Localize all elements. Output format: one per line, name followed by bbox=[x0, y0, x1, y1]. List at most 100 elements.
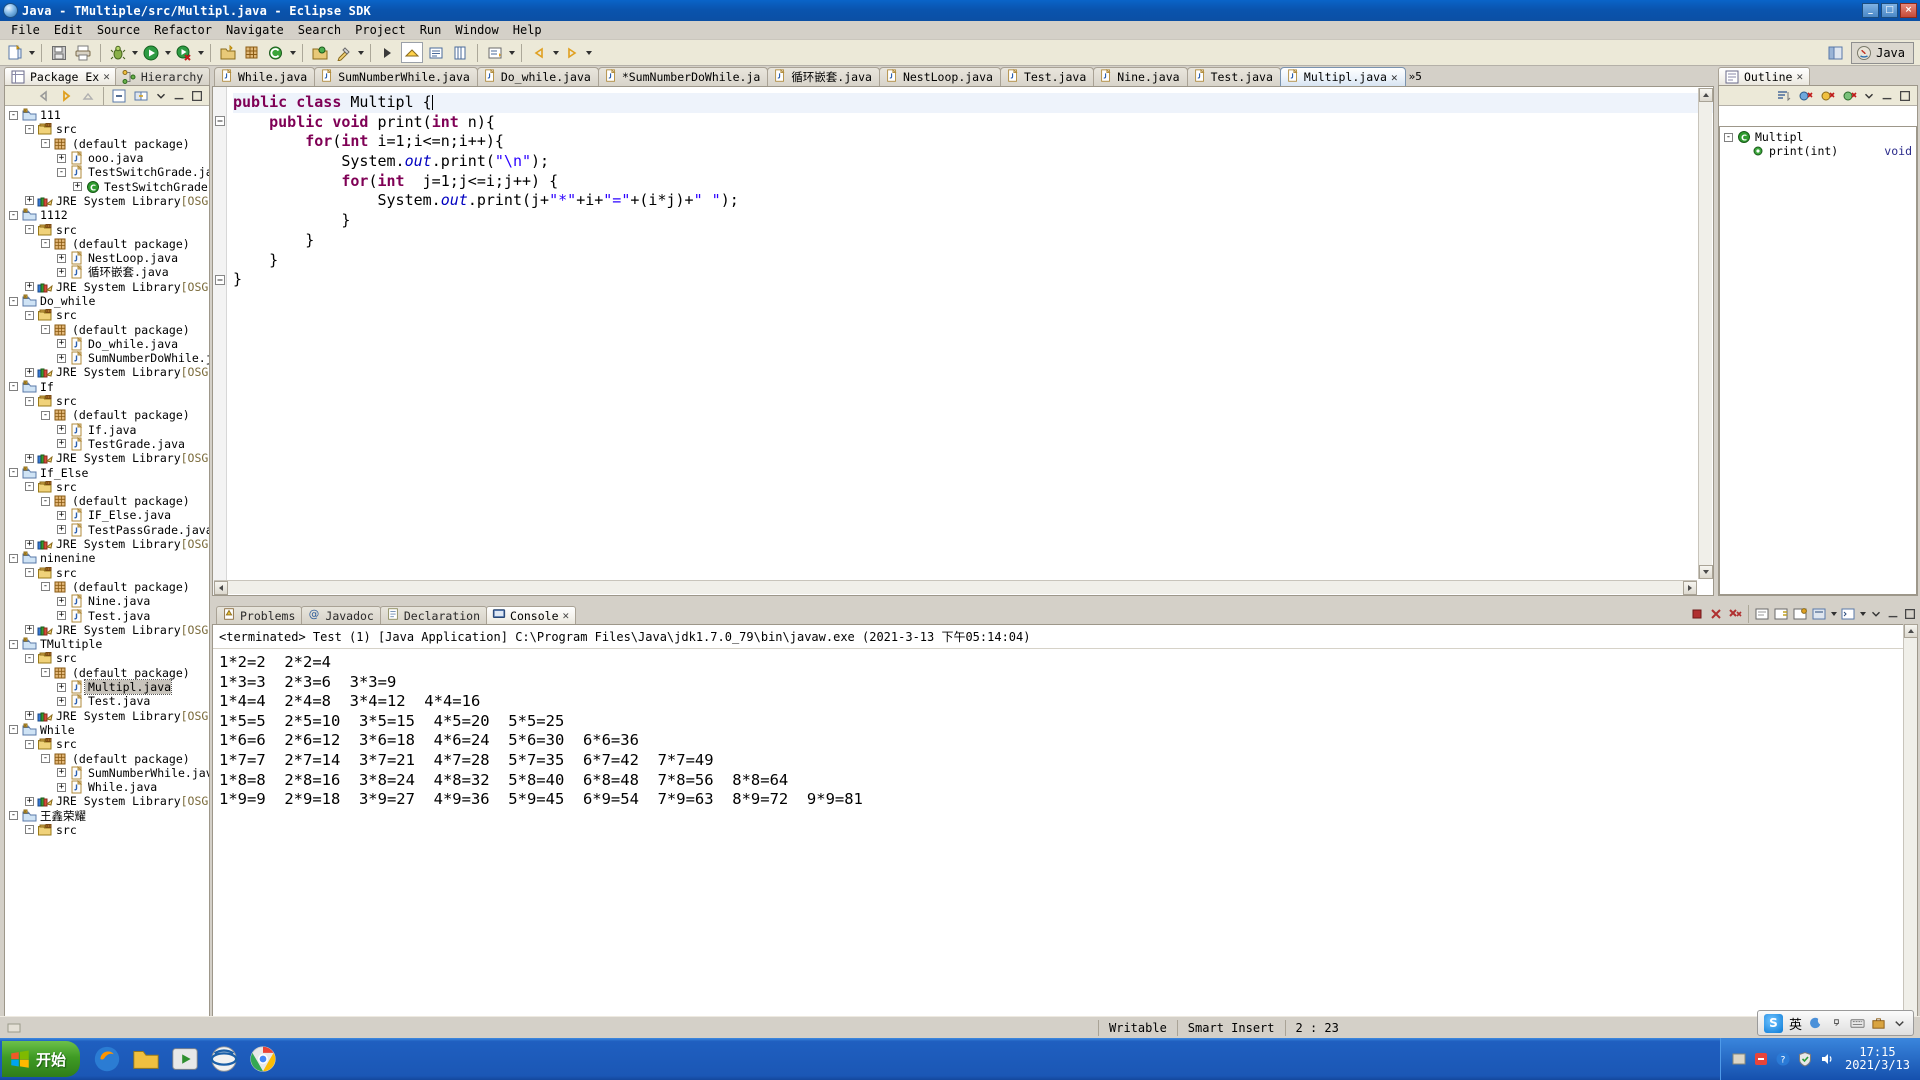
outline-row[interactable]: print(int)void bbox=[1720, 144, 1916, 158]
tree-expand-icon[interactable]: + bbox=[57, 768, 66, 777]
tree-expand-icon[interactable]: + bbox=[57, 439, 66, 448]
package-explorer-tree[interactable]: -111-src-(default package)+ooo.java-Test… bbox=[5, 106, 209, 1021]
tree-row[interactable]: +IF_Else.java bbox=[5, 508, 209, 522]
tree-expand-icon[interactable]: + bbox=[25, 711, 34, 720]
tree-row[interactable]: +CTestSwitchGrade bbox=[5, 179, 209, 193]
tree-collapse-icon[interactable]: - bbox=[9, 554, 18, 563]
editor-tab[interactable]: SumNumberWhile.java bbox=[314, 67, 478, 86]
close-button[interactable]: × bbox=[1900, 3, 1917, 18]
scroll-up-arrow[interactable] bbox=[1904, 624, 1918, 638]
hide-static-button[interactable] bbox=[1818, 87, 1836, 104]
editor-text[interactable]: public class Multipl { public void print… bbox=[227, 87, 1713, 595]
menu-project[interactable]: Project bbox=[348, 22, 413, 38]
tree-collapse-icon[interactable]: - bbox=[9, 297, 18, 306]
menu-navigate[interactable]: Navigate bbox=[219, 22, 291, 38]
tree-row[interactable]: -src bbox=[5, 737, 209, 751]
hide-nonpublic-button[interactable] bbox=[1840, 87, 1858, 104]
tree-row[interactable]: -src bbox=[5, 823, 209, 837]
minimize-button[interactable]: _ bbox=[1862, 3, 1879, 18]
tree-expand-icon[interactable]: + bbox=[25, 368, 34, 377]
new-wizard-dropdown[interactable] bbox=[27, 42, 36, 63]
tree-collapse-icon[interactable]: - bbox=[1724, 133, 1733, 142]
pin-console-button[interactable] bbox=[1792, 606, 1808, 623]
tab-outline[interactable]: Outline ✕ bbox=[1718, 67, 1810, 85]
tree-expand-icon[interactable]: + bbox=[25, 625, 34, 634]
forward-dropdown[interactable] bbox=[584, 42, 593, 63]
menu-search[interactable]: Search bbox=[291, 22, 348, 38]
tree-row[interactable]: +TestPassGrade.java bbox=[5, 523, 209, 537]
tree-row[interactable]: +JRE System Library [OSGi/Min bbox=[5, 537, 209, 551]
tab-package-explorer[interactable]: Package Ex ✕ bbox=[4, 67, 117, 85]
tree-row[interactable]: -(default package) bbox=[5, 666, 209, 680]
tree-row[interactable]: -(default package) bbox=[5, 322, 209, 336]
new-interface-button[interactable] bbox=[265, 42, 287, 63]
tree-collapse-icon[interactable]: - bbox=[57, 168, 66, 177]
new-class-button[interactable] bbox=[241, 42, 263, 63]
tree-collapse-icon[interactable]: - bbox=[9, 640, 18, 649]
tree-row[interactable]: +JRE System Library [OSGi/Min bbox=[5, 708, 209, 722]
tree-collapse-icon[interactable]: - bbox=[25, 568, 34, 577]
tree-expand-icon[interactable]: + bbox=[57, 783, 66, 792]
tree-row[interactable]: +While.java bbox=[5, 780, 209, 794]
tree-row[interactable]: +ooo.java bbox=[5, 151, 209, 165]
tree-collapse-icon[interactable]: - bbox=[25, 482, 34, 491]
tree-expand-icon[interactable]: + bbox=[57, 154, 66, 163]
tree-expand-icon[interactable]: + bbox=[57, 611, 66, 620]
help-tray-icon[interactable]: ? bbox=[1775, 1051, 1791, 1067]
start-button[interactable]: 开始 bbox=[2, 1041, 80, 1077]
console-view-menu-button[interactable] bbox=[1869, 606, 1883, 623]
run-external-tools-button[interactable] bbox=[173, 42, 195, 63]
minimize-view-button[interactable] bbox=[172, 87, 186, 104]
next-annotation-button[interactable] bbox=[377, 42, 399, 63]
tree-row[interactable]: -src bbox=[5, 480, 209, 494]
tree-row[interactable]: -(default package) bbox=[5, 137, 209, 151]
ime-menu-icon[interactable] bbox=[1892, 1016, 1907, 1031]
tree-collapse-icon[interactable]: - bbox=[41, 668, 50, 677]
open-console-button[interactable] bbox=[1840, 606, 1856, 623]
tree-row[interactable]: +JRE System Library [OSGi/Min bbox=[5, 194, 209, 208]
save-button[interactable] bbox=[48, 42, 70, 63]
tree-collapse-icon[interactable]: - bbox=[41, 497, 50, 506]
sogou-logo-icon[interactable]: S bbox=[1764, 1014, 1783, 1033]
tree-collapse-icon[interactable]: - bbox=[41, 325, 50, 334]
tree-expand-icon[interactable]: + bbox=[25, 282, 34, 291]
forward-nav-button[interactable] bbox=[57, 87, 75, 104]
collapse-all-button[interactable] bbox=[110, 87, 128, 104]
editor-tab[interactable]: Test.java bbox=[1000, 67, 1094, 86]
run-button[interactable] bbox=[140, 42, 162, 63]
up-nav-button[interactable] bbox=[79, 87, 97, 104]
moon-icon[interactable] bbox=[1808, 1016, 1823, 1031]
scroll-up-arrow[interactable] bbox=[1699, 88, 1713, 102]
tree-collapse-icon[interactable]: - bbox=[25, 225, 34, 234]
menu-refactor[interactable]: Refactor bbox=[147, 22, 219, 38]
folding-collapse-icon[interactable] bbox=[215, 113, 225, 123]
tree-expand-icon[interactable]: + bbox=[73, 182, 82, 191]
tree-expand-icon[interactable]: + bbox=[25, 196, 34, 205]
tree-row[interactable]: -src bbox=[5, 394, 209, 408]
tree-row[interactable]: -TMultiple bbox=[5, 637, 209, 651]
tree-row[interactable]: -(default package) bbox=[5, 751, 209, 765]
tree-row[interactable]: -src bbox=[5, 566, 209, 580]
tree-row[interactable]: +JRE System Library [OSGi/Min bbox=[5, 451, 209, 465]
tree-collapse-icon[interactable]: - bbox=[9, 725, 18, 734]
tree-row[interactable]: -Do_while bbox=[5, 294, 209, 308]
media-player-icon[interactable] bbox=[170, 1044, 200, 1074]
debug-dropdown[interactable] bbox=[130, 42, 139, 63]
editor-tab[interactable]: NestLoop.java bbox=[879, 67, 1001, 86]
open-type-button[interactable] bbox=[309, 42, 331, 63]
tree-row[interactable]: -1112 bbox=[5, 208, 209, 222]
editor-tab[interactable]: Nine.java bbox=[1093, 67, 1187, 86]
tree-row[interactable]: +Multipl.java bbox=[5, 680, 209, 694]
edit-location-dropdown[interactable] bbox=[507, 42, 516, 63]
tree-expand-icon[interactable]: + bbox=[57, 525, 66, 534]
back-button[interactable] bbox=[528, 42, 550, 63]
clear-console-button[interactable] bbox=[1754, 606, 1770, 623]
open-console-dropdown[interactable] bbox=[1858, 604, 1867, 625]
tree-row[interactable]: +NestLoop.java bbox=[5, 251, 209, 265]
editor-tab[interactable]: Test.java bbox=[1187, 67, 1281, 86]
tree-expand-icon[interactable]: + bbox=[57, 697, 66, 706]
view-menu-button[interactable] bbox=[154, 87, 168, 104]
minimize-view-button[interactable] bbox=[1880, 87, 1894, 104]
display-selected-console-button[interactable] bbox=[1811, 606, 1827, 623]
minimize-console-button[interactable] bbox=[1886, 606, 1900, 623]
